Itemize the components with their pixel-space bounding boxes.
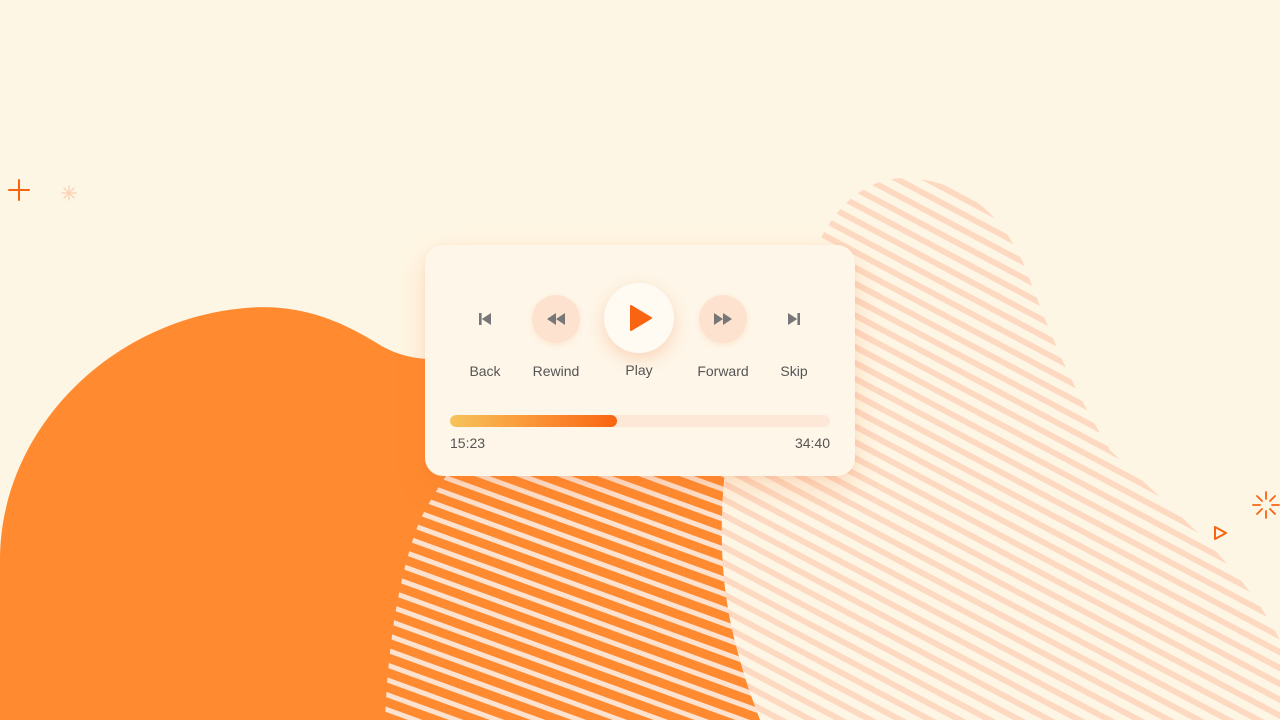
fast-forward-icon [714, 313, 732, 325]
skip-forward-icon [788, 313, 800, 325]
plus-icon [8, 179, 30, 201]
back-control[interactable]: Back [461, 295, 509, 379]
skip-button[interactable] [770, 295, 818, 343]
skip-label: Skip [780, 363, 808, 379]
striped-blob-middle [385, 470, 760, 720]
play-icon [630, 305, 652, 331]
play-control[interactable]: Play [604, 283, 674, 378]
play-label: Play [625, 362, 653, 378]
current-time: 15:23 [450, 435, 486, 451]
skip-control[interactable]: Skip [770, 295, 818, 379]
back-label: Back [469, 363, 501, 379]
play-button[interactable] [604, 283, 674, 353]
forward-button[interactable] [699, 295, 747, 343]
progress-bar[interactable] [450, 415, 830, 427]
triangle-outline-icon [1214, 526, 1227, 540]
stage: Back Rewind Play Forward Skip 15:23 34:4… [0, 0, 1280, 720]
rewind-label: Rewind [532, 363, 580, 379]
rewind-button[interactable] [532, 295, 580, 343]
rewind-control[interactable]: Rewind [522, 295, 590, 379]
total-time: 34:40 [794, 435, 830, 451]
progress-fill [450, 415, 618, 427]
sparkle-icon [61, 185, 77, 201]
forward-control[interactable]: Forward [689, 295, 757, 379]
forward-label: Forward [697, 363, 749, 379]
burst-icon [1252, 491, 1280, 519]
rewind-icon [547, 313, 565, 325]
skip-back-icon [479, 313, 491, 325]
back-button[interactable] [461, 295, 509, 343]
media-player-card: Back Rewind Play Forward Skip 15:23 34:4… [425, 245, 855, 476]
